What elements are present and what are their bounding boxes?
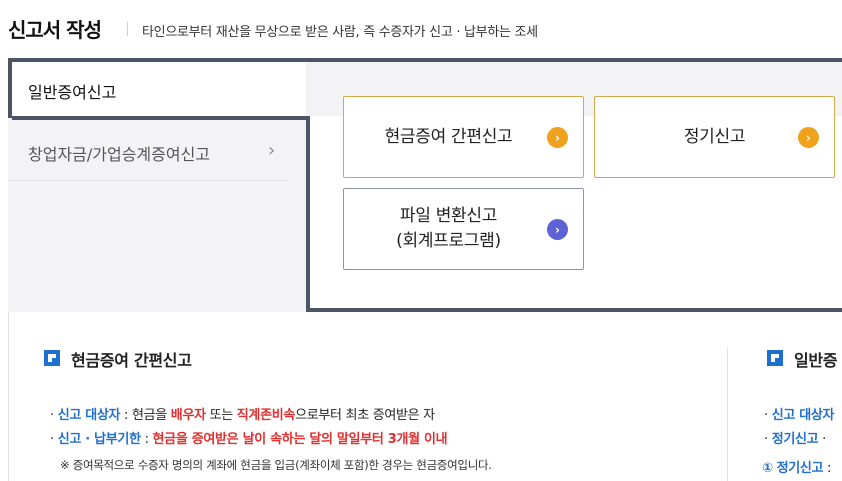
square-bullet-icon xyxy=(44,350,60,366)
section-title-cash: 현금증여 간편신고 xyxy=(71,351,192,370)
tab-active-border-bottom xyxy=(12,116,306,120)
tab-startup-fund-label[interactable]: 창업자금/가업승계증여신고 xyxy=(28,141,210,165)
column-divider xyxy=(727,347,728,481)
chevron-right-icon: › xyxy=(547,127,568,148)
cash-gift-simple-report-button[interactable]: 현금증여 간편신고 › xyxy=(343,96,584,178)
content-border xyxy=(8,312,9,481)
section-title-general: 일반증 xyxy=(794,351,838,370)
card-label: 현금증여 간편신고 xyxy=(384,126,513,147)
card-label: 파일 변환신고 (회계프로그램) xyxy=(396,204,501,254)
tab-active-border-top xyxy=(8,58,842,62)
chevron-right-icon: › xyxy=(798,127,819,148)
tab-general-gift-label[interactable]: 일반증여신고 xyxy=(28,79,116,103)
card-label-line2: (회계프로그램) xyxy=(396,231,501,251)
regular-report-button[interactable]: 정기신고 › xyxy=(594,96,835,178)
info-line-target-general: · 신고 대상자 xyxy=(764,408,835,423)
page-description: 타인으로부터 재산을 무상으로 받은 사람, 즉 수증자가 신고 · 납부하는 … xyxy=(142,25,538,40)
tab-separator xyxy=(8,180,288,181)
header-divider xyxy=(127,22,128,36)
info-line-regular: · 정기신고 · xyxy=(764,432,826,447)
card-label-line1: 파일 변환신고 xyxy=(399,206,498,226)
card-label: 정기신고 xyxy=(683,126,746,147)
chevron-right-icon: › xyxy=(547,219,568,240)
info-note: ※ 증여목적으로 수증자 명의의 계좌에 현금을 입금(계좌이체 포함)한 경우… xyxy=(60,458,492,472)
info-line-regular-numbered: ① 정기신고 : xyxy=(762,461,832,476)
chevron-right-icon: › xyxy=(268,140,276,161)
tab-active-border-left xyxy=(8,58,12,118)
page-title: 신고서 작성 xyxy=(8,18,102,42)
info-line-target: · 신고 대상자 : 현금을 배우자 또는 직계존비속으로부터 최초 증여받은 … xyxy=(50,408,435,423)
info-line-deadline: · 신고 · 납부기한 : 현금을 증여받은 날이 속하는 달의 말일부터 3개… xyxy=(50,432,448,447)
square-bullet-icon xyxy=(767,350,783,366)
file-conversion-report-button[interactable]: 파일 변환신고 (회계프로그램) › xyxy=(343,188,584,270)
